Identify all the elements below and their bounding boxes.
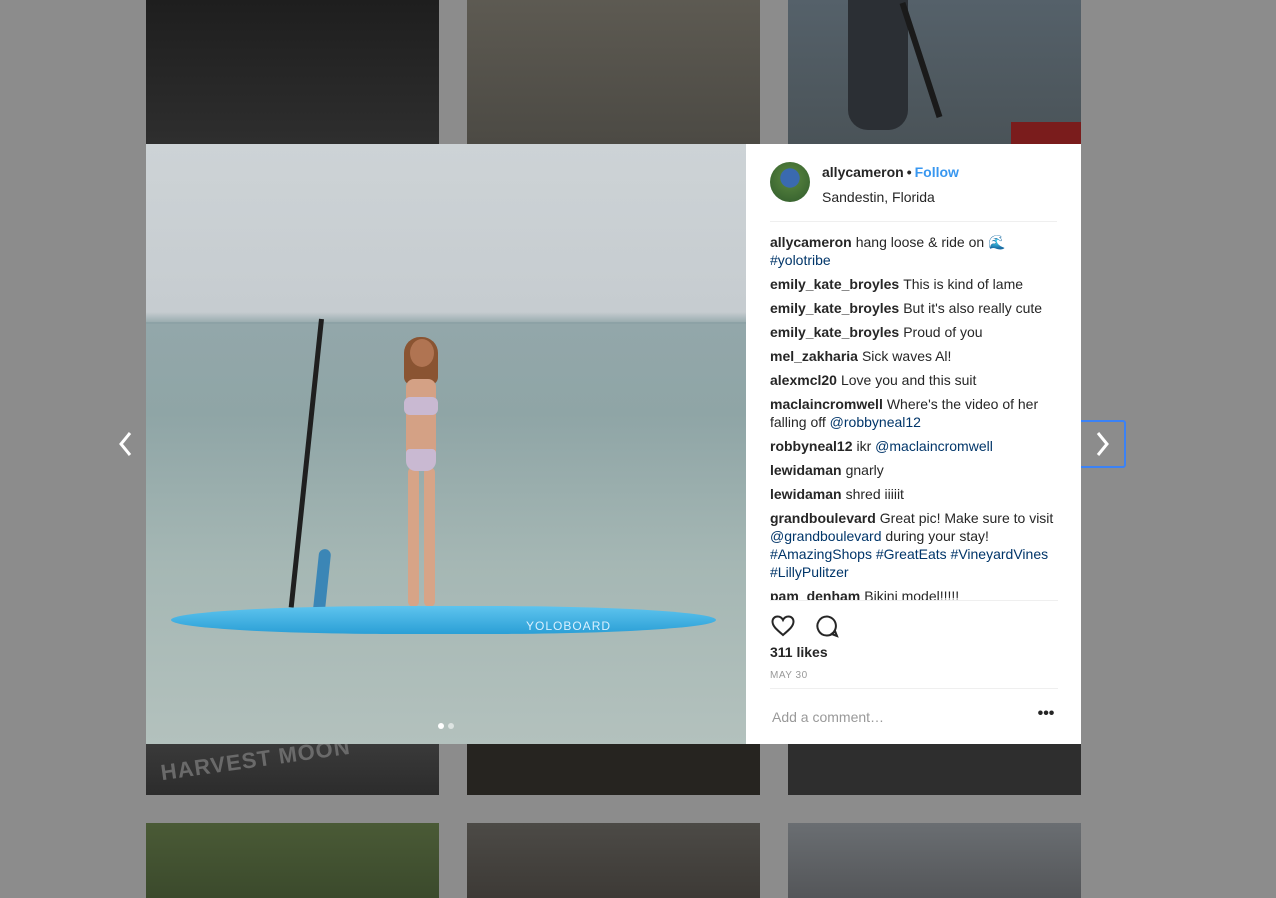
comment: emily_kate_broyles But it's also really c…: [770, 299, 1058, 317]
comment-username[interactable]: mel_zakharia: [770, 348, 858, 364]
post-header: allycameron • Follow Sandestin, Florida: [770, 160, 1057, 222]
post-date[interactable]: MAY 30: [770, 670, 808, 681]
comment: alexmcl20 Love you and this suit: [770, 371, 1058, 389]
figure-swim-top: [404, 397, 438, 415]
comment-username[interactable]: lewidaman: [770, 462, 842, 478]
comment-text: hang loose & ride on 🌊: [855, 234, 1006, 250]
grid-tile[interactable]: [788, 743, 1081, 795]
grid-tile[interactable]: [788, 823, 1081, 898]
chevron-left-icon: [119, 432, 132, 456]
next-post-button[interactable]: [1078, 420, 1126, 468]
hashtag-link[interactable]: #AmazingShops #GreatEats #VineyardVines …: [770, 546, 1048, 580]
add-comment-input[interactable]: [770, 703, 1024, 731]
comment-text: Proud of you: [903, 324, 983, 340]
grid-tile[interactable]: [146, 823, 439, 898]
grid-tile[interactable]: [788, 0, 1081, 144]
like-count[interactable]: 311 likes: [770, 644, 828, 660]
heart-icon: [771, 615, 795, 637]
comment-box: •••: [770, 688, 1058, 745]
comment: maclaincromwell Where's the video of her …: [770, 395, 1058, 431]
comment: pam_denham Bikini model!!!!!: [770, 587, 1058, 601]
post-photo[interactable]: YOLOBOARD: [146, 144, 746, 744]
horizon-line: [146, 322, 746, 324]
comment-text: ikr: [856, 438, 876, 454]
comment-text: Great pic! Make sure to visit: [879, 510, 1054, 526]
post-location[interactable]: Sandestin, Florida: [822, 189, 935, 205]
post-sidebar: allycameron • Follow Sandestin, Florida al…: [746, 144, 1081, 744]
comment-text: gnarly: [845, 462, 884, 478]
comment: lewidaman gnarly: [770, 461, 1058, 479]
paddleboard: [171, 606, 716, 634]
comment-username[interactable]: robbyneal12: [770, 438, 852, 454]
comment: robbyneal12 ikr @maclaincromwell: [770, 437, 1058, 455]
grid-tile[interactable]: [467, 823, 760, 898]
comment-username[interactable]: maclaincromwell: [770, 396, 883, 412]
comment: emily_kate_broyles Proud of you: [770, 323, 1058, 341]
chevron-right-icon: [1096, 432, 1109, 456]
grid-tile[interactable]: [467, 743, 760, 795]
paddle-blade: [312, 548, 332, 615]
grid-tile[interactable]: HARVEST MOON: [146, 743, 439, 795]
tile-photo-detail: [848, 0, 908, 130]
grid-tile[interactable]: [146, 0, 439, 144]
comment-username[interactable]: lewidaman: [770, 486, 842, 502]
speech-bubble-icon: [816, 615, 840, 638]
mention-link[interactable]: @maclaincromwell: [875, 438, 993, 454]
comment-username[interactable]: emily_kate_broyles: [770, 276, 899, 292]
comments-list[interactable]: allycameron hang loose & ride on 🌊 #yolot…: [770, 233, 1058, 601]
hashtag-link[interactable]: #yolotribe: [770, 252, 831, 268]
figure-leg: [424, 467, 435, 607]
comment: mel_zakharia Sick waves Al!: [770, 347, 1058, 365]
header-separator: •: [906, 164, 912, 180]
comment-username[interactable]: emily_kate_broyles: [770, 324, 899, 340]
carousel-dot[interactable]: [438, 723, 444, 729]
previous-post-button[interactable]: [102, 420, 150, 468]
like-button[interactable]: [770, 613, 796, 639]
board-logo: YOLOBOARD: [526, 619, 612, 633]
comment-username[interactable]: emily_kate_broyles: [770, 300, 899, 316]
figure-leg: [408, 467, 419, 607]
figure-swim-bottom: [406, 449, 436, 471]
mention-link[interactable]: @grandboulevard: [770, 528, 882, 544]
comment: emily_kate_broyles This is kind of lame: [770, 275, 1058, 293]
comment-username[interactable]: allycameron: [770, 234, 852, 250]
header-line: allycameron • Follow: [822, 164, 959, 180]
comment: grandboulevard Great pic! Make sure to vi…: [770, 509, 1058, 581]
comment-text: This is kind of lame: [903, 276, 1024, 292]
author-username[interactable]: allycameron: [822, 164, 904, 180]
more-options-button[interactable]: •••: [1034, 706, 1058, 727]
comment-text: Sick waves Al!: [861, 348, 952, 364]
comment-text: shred iiiiit: [845, 486, 904, 502]
tile-shirt-print: HARVEST MOON: [159, 743, 353, 786]
grid-tile[interactable]: [467, 0, 760, 144]
comment-text: But it's also really cute: [903, 300, 1043, 316]
figure-torso: [406, 379, 436, 459]
avatar[interactable]: [770, 162, 810, 202]
mention-link[interactable]: @robbyneal12: [830, 414, 921, 430]
follow-button[interactable]: Follow: [915, 164, 959, 180]
comment-username[interactable]: grandboulevard: [770, 510, 876, 526]
tile-photo-detail: [1011, 122, 1081, 144]
carousel-indicator: [438, 723, 454, 729]
post-modal: YOLOBOARD allycameron • Follow Sandestin, …: [146, 144, 1081, 744]
carousel-dot[interactable]: [448, 723, 454, 729]
action-bar: [770, 600, 1058, 639]
comment-username[interactable]: alexmcl20: [770, 372, 837, 388]
comment-text: during your stay!: [881, 528, 989, 544]
figure-head: [410, 339, 434, 367]
paddleboarder-figure: [398, 337, 442, 609]
caption: allycameron hang loose & ride on 🌊 #yolot…: [770, 233, 1058, 269]
comment-text: Love you and this suit: [840, 372, 977, 388]
comment: lewidaman shred iiiiit: [770, 485, 1058, 503]
comment-button[interactable]: [814, 613, 840, 639]
